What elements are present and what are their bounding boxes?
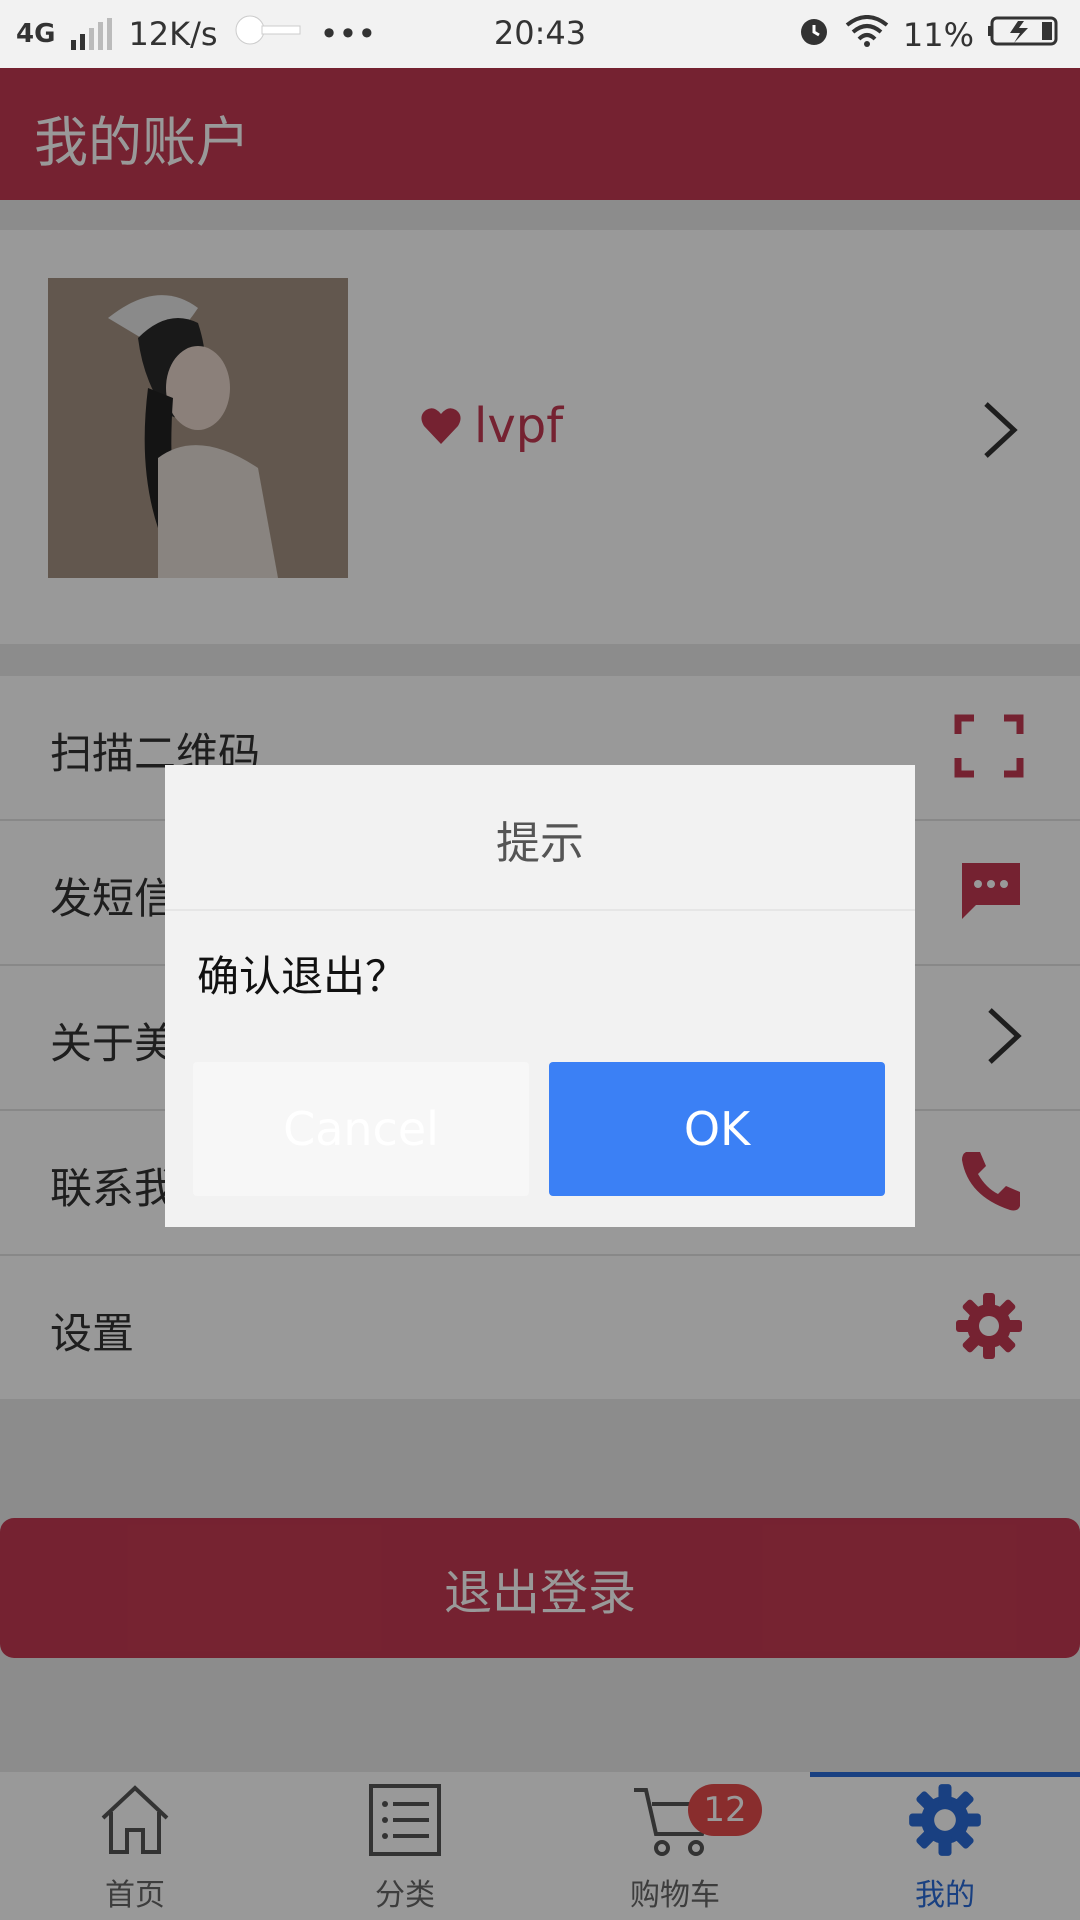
- dialog-title: 提示: [496, 818, 584, 869]
- ok-button[interactable]: OK: [549, 1062, 885, 1196]
- battery-percent: 11%: [902, 16, 974, 54]
- alarm-icon: [797, 14, 831, 56]
- dialog-message: 确认退出？: [197, 952, 408, 1001]
- cancel-button[interactable]: Cancel: [193, 1062, 529, 1196]
- dialog-divider: [165, 909, 915, 911]
- status-bar: 4G 12K/s ••• 20:43 11%: [0, 0, 1080, 68]
- confirm-dialog: 提示 确认退出？ Cancel OK: [165, 765, 915, 1227]
- battery-icon: [988, 15, 1064, 55]
- wifi-icon: [845, 15, 889, 55]
